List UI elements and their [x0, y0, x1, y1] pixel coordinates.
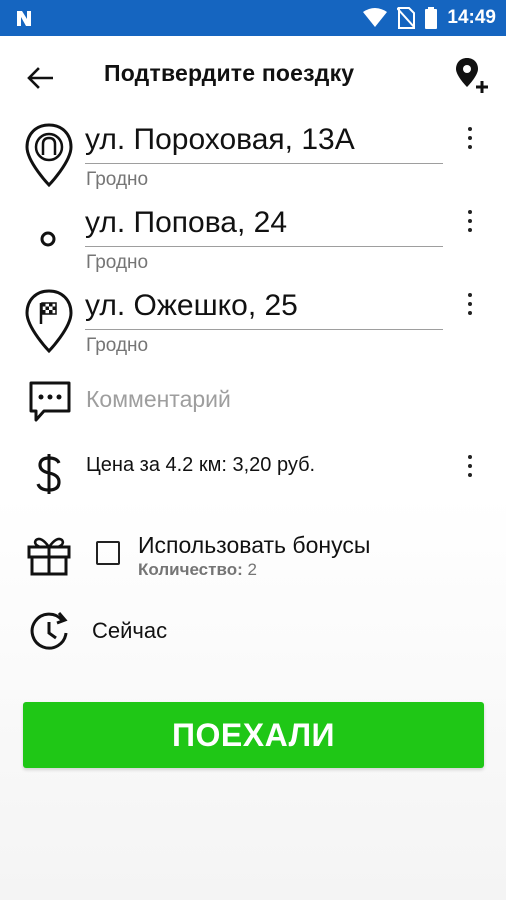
- finish-flag-pin-icon: [25, 289, 73, 354]
- more-dot: [468, 302, 472, 306]
- bonus-count-value: 2: [247, 560, 257, 579]
- wifi-icon: [363, 8, 388, 27]
- bonus-count: Количество: 2: [138, 560, 257, 580]
- comment-icon: [29, 381, 71, 422]
- add-location-icon[interactable]: [452, 54, 496, 98]
- price-text: Цена за 4.2 км: 3,20 руб.: [86, 454, 316, 476]
- no-sim-icon: [397, 7, 416, 29]
- destination-city: Гродно: [86, 335, 149, 356]
- bonus-row: Использовать бонусы Количество: 2: [0, 526, 506, 586]
- status-bar: 14:49: [0, 0, 506, 36]
- clock: 14:49: [447, 7, 496, 28]
- pickup-more-button[interactable]: [458, 120, 482, 156]
- bonus-count-label: Количество:: [138, 560, 243, 579]
- more-dot: [468, 228, 472, 232]
- pickup-pin-icon: [25, 123, 73, 188]
- more-dot: [468, 464, 472, 468]
- pickup-city: Гродно: [86, 169, 149, 190]
- route-point-stop: ул. Попова, 24 Гродно: [0, 203, 506, 285]
- back-button[interactable]: [20, 58, 60, 98]
- comment-input[interactable]: Комментарий: [86, 386, 231, 413]
- clock-refresh-icon: [30, 612, 68, 650]
- battery-icon: [425, 7, 438, 29]
- route-point-pickup: ул. Пороховая, 13А Гродно: [0, 120, 506, 202]
- schedule-text: Сейчас: [92, 618, 168, 643]
- price-more-button[interactable]: [458, 448, 482, 484]
- more-dot: [468, 473, 472, 477]
- stop-address-field[interactable]: ул. Попова, 24: [85, 203, 443, 247]
- more-dot: [468, 210, 472, 214]
- notification-n-icon: [17, 11, 31, 26]
- more-dot: [468, 455, 472, 459]
- more-dot: [468, 311, 472, 315]
- go-button[interactable]: ПОЕХАЛИ: [23, 702, 484, 768]
- stop-dot-icon: [40, 231, 56, 247]
- gift-icon: [27, 537, 71, 576]
- pickup-address-field[interactable]: ул. Пороховая, 13А: [85, 120, 443, 164]
- comment-row[interactable]: Комментарий: [0, 376, 506, 426]
- use-bonus-checkbox[interactable]: [96, 541, 120, 565]
- app-bar: Подтвердите поездку: [0, 36, 506, 120]
- more-dot: [468, 127, 472, 131]
- price-row: Цена за 4.2 км: 3,20 руб.: [0, 446, 506, 496]
- page-title: Подтвердите поездку: [104, 60, 355, 86]
- destination-address-field[interactable]: ул. Ожешко, 25: [85, 286, 443, 330]
- destination-more-button[interactable]: [458, 286, 482, 322]
- schedule-row[interactable]: Сейчас: [0, 604, 506, 656]
- use-bonus-label[interactable]: Использовать бонусы: [138, 532, 370, 559]
- more-dot: [468, 219, 472, 223]
- more-dot: [468, 145, 472, 149]
- dollar-icon: [36, 454, 61, 494]
- stop-city: Гродно: [86, 252, 149, 273]
- more-dot: [468, 293, 472, 297]
- route-point-destination: ул. Ожешко, 25 Гродно: [0, 286, 506, 368]
- arrow-back-icon: [27, 67, 53, 89]
- more-dot: [468, 136, 472, 140]
- stop-more-button[interactable]: [458, 203, 482, 239]
